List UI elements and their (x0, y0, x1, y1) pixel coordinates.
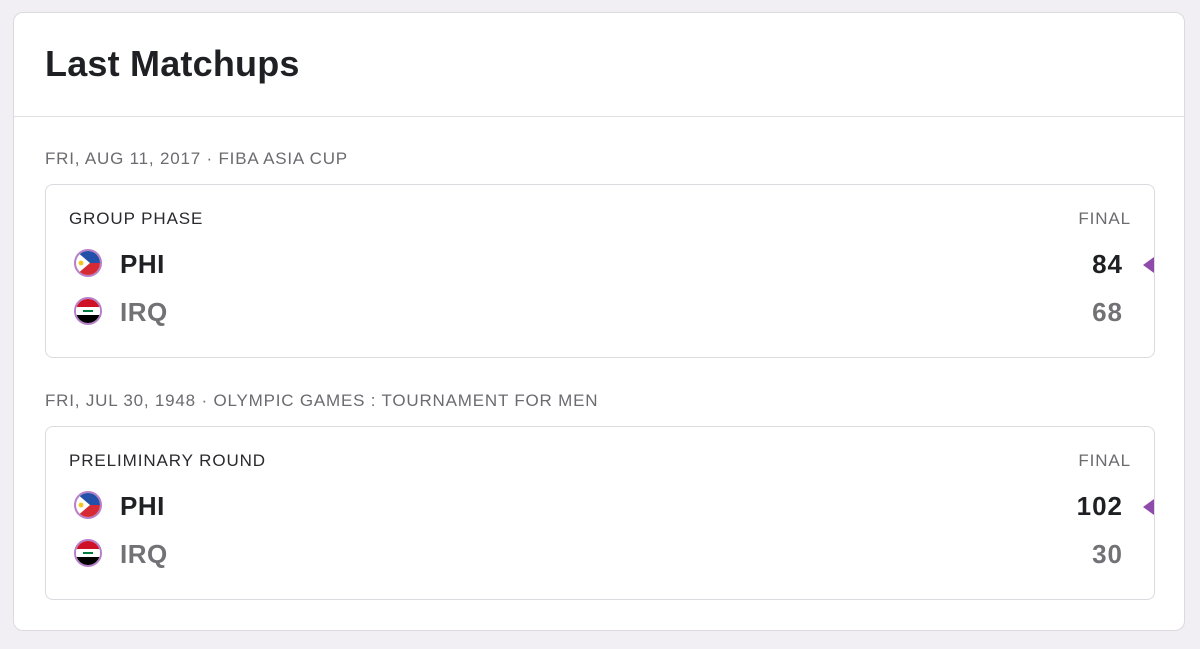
team-score: 30 (1092, 539, 1123, 569)
card-header: Last Matchups (14, 13, 1184, 117)
iraq-flag-icon (74, 539, 102, 567)
matchup-date: FRI, AUG 11, 2017 (45, 149, 201, 168)
winner-marker-icon (1143, 499, 1154, 515)
team-abbr: IRQ (120, 539, 168, 569)
matchup-meta: FRI, AUG 11, 2017 · FIBA ASIA CUP (45, 149, 348, 168)
matchup-competition: OLYMPIC GAMES : TOURNAMENT FOR MEN (213, 391, 599, 410)
team-score: 84 (1092, 249, 1123, 279)
philippines-flag-icon (74, 491, 102, 519)
team-row-irq: IRQ 68 (69, 293, 1154, 333)
matchup-competition: FIBA ASIA CUP (218, 149, 348, 168)
philippines-flag-icon (74, 249, 102, 277)
matchup-meta: FRI, JUL 30, 1948 · OLYMPIC GAMES : TOUR… (45, 391, 599, 410)
round-label: PRELIMINARY ROUND (69, 451, 266, 470)
team-row-irq: IRQ 30 (69, 535, 1154, 575)
game-status: FINAL (1078, 209, 1131, 228)
winner-marker-icon (1143, 257, 1154, 273)
game-card[interactable]: PRELIMINARY ROUND FINAL PHI 102 IRQ 30 (45, 426, 1155, 600)
team-row-phi: PHI 102 (69, 487, 1154, 527)
team-abbr: IRQ (120, 297, 168, 327)
game-card[interactable]: GROUP PHASE FINAL PHI 84 IRQ 68 (45, 184, 1155, 358)
team-abbr: PHI (120, 491, 165, 521)
matchup-date: FRI, JUL 30, 1948 (45, 391, 196, 410)
team-score: 102 (1076, 491, 1123, 521)
team-score: 68 (1092, 297, 1123, 327)
team-abbr: PHI (120, 249, 165, 279)
team-row-phi: PHI 84 (69, 245, 1154, 285)
iraq-flag-icon (74, 297, 102, 325)
last-matchups-card: Last Matchups FRI, AUG 11, 2017 · FIBA A… (13, 12, 1185, 631)
card-title: Last Matchups (45, 43, 300, 84)
round-label: GROUP PHASE (69, 209, 204, 228)
game-status: FINAL (1078, 451, 1131, 470)
